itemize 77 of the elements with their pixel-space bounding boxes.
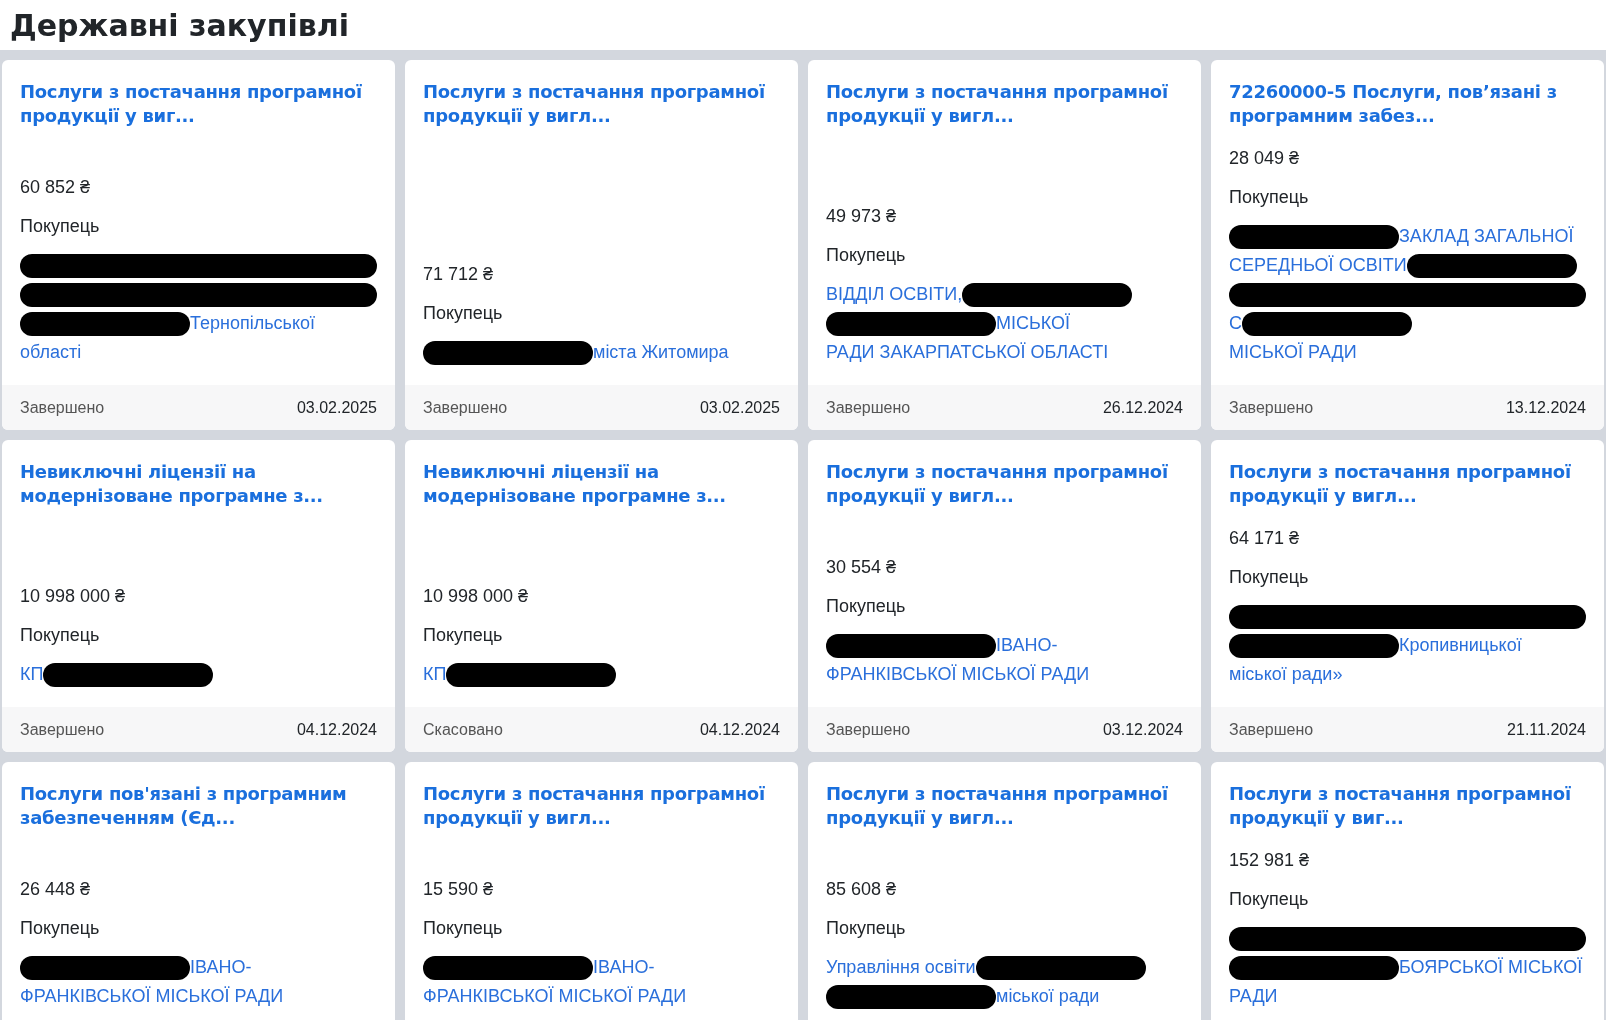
status-text: Завершено [20,720,105,739]
tender-title-link[interactable]: Послуги з постачання програмної продукції у виг... [20,80,377,128]
tender-title-link[interactable]: Послуги з постачання програмної продукції у вигл... [826,460,1183,508]
buyer-name-link[interactable]: ІВАНО- [190,953,252,982]
tender-title-link[interactable]: Послуги пов'язані з програмним забезпеченням (Єд... [20,782,377,830]
tender-title-link[interactable]: Послуги з постачання програмної продукції у виг... [1229,782,1586,830]
buyer-name-link[interactable]: ФРАНКІВСЬКОЇ МІСЬКОЇ РАДИ [20,982,284,1011]
price: 71 712 ₴ [423,263,495,286]
buyer-label: Покупець [20,917,101,940]
status-text: Завершено [1229,398,1314,417]
buyer-name-link[interactable]: області [20,338,82,367]
buyer-name-link[interactable]: РАДИ [1229,982,1278,1011]
price: 15 590 ₴ [423,878,495,901]
buyer-name-link[interactable]: МІСЬКОЇ РАДИ [1229,338,1357,367]
tender-title-link[interactable]: Невиключні ліцензії на модернізоване програмне з... [20,460,377,508]
price: 28 049 ₴ [1229,147,1301,170]
status-text: Завершено [826,398,911,417]
buyer-name-link[interactable]: Кропивницької [1399,631,1522,660]
buyer-name-link[interactable]: ЗАКЛАД ЗАГАЛЬНОЇ [1399,222,1574,251]
buyer-name-link[interactable]: міської ради [996,982,1100,1011]
price: 85 608 ₴ [826,878,898,901]
tender-title-link[interactable]: Послуги з постачання програмної продукції у вигл... [423,782,780,830]
date-text: 04.12.2024 [699,720,780,739]
status-text: Завершено [20,398,105,417]
price: 26 448 ₴ [20,878,92,901]
date-text: 26.12.2024 [1102,398,1183,417]
date-text: 03.02.2025 [296,398,377,417]
buyer-label: Покупець [826,917,907,940]
buyer-name-link[interactable]: СЕРЕДНЬОЇ ОСВІТИ [1229,251,1407,280]
buyer-label: Покупець [1229,566,1310,589]
buyer-label: Покупець [423,917,504,940]
buyer-name-link[interactable]: міської ради» [1229,660,1343,689]
price: 10 998 000 ₴ [423,585,530,608]
status-text: Завершено [826,720,911,739]
buyer-label: Покупець [1229,888,1310,911]
buyer-label: Покупець [20,215,101,238]
date-text: 13.12.2024 [1505,398,1586,417]
buyer-name-link[interactable]: ІВАНО- [593,953,655,982]
page-title: Державні закупівлі [10,7,349,43]
tender-title-link[interactable]: 72260000-5 Послуги, пов’язані з програмним забез... [1229,80,1586,128]
price: 60 852 ₴ [20,176,92,199]
buyer-name-link[interactable]: КП [423,660,447,689]
buyer-name-link[interactable]: міста Житомира [593,338,729,367]
buyer-name-link[interactable]: ФРАНКІВСЬКОЇ МІСЬКОЇ РАДИ [423,982,687,1011]
buyer-name-link[interactable]: Тернопільської [190,309,316,338]
tender-title-link[interactable]: Послуги з постачання програмної продукції у вигл... [826,782,1183,830]
buyer-name-link[interactable]: БОЯРСЬКОЇ МІСЬКОЇ [1399,953,1583,982]
buyer-name-link[interactable]: РАДИ ЗАКАРПАТСЬКОЇ ОБЛАСТІ [826,338,1109,367]
buyer-label: Покупець [826,244,907,267]
buyer-name-link[interactable]: Управління освіти [826,953,976,982]
price: 49 973 ₴ [826,205,898,228]
buyer-name-link[interactable]: ІВАНО- [996,631,1058,660]
buyer-label: Покупець [826,595,907,618]
tender-title-link[interactable]: Послуги з постачання програмної продукції у вигл... [826,80,1183,128]
buyer-label: Покупець [423,302,504,325]
buyer-name-link[interactable]: МІСЬКОЇ [996,309,1071,338]
status-text: Скасовано [423,720,503,739]
tender-title-link[interactable]: Послуги з постачання програмної продукції у вигл... [1229,460,1586,508]
tender-title-link[interactable]: Невиключні ліцензії на модернізоване програмне з... [423,460,780,508]
date-text: 21.11.2024 [1507,720,1586,739]
buyer-label: Покупець [1229,186,1310,209]
price: 64 171 ₴ [1229,527,1301,550]
buyer-name-link[interactable]: ФРАНКІВСЬКОЇ МІСЬКОЇ РАДИ [826,660,1090,689]
buyer-name-link[interactable]: С [1229,309,1242,338]
buyer-label: Покупець [20,624,101,647]
buyer-name-link[interactable]: ВІДДІЛ ОСВІТИ, [826,280,963,309]
date-text: 03.02.2025 [699,398,780,417]
tender-title-link[interactable]: Послуги з постачання програмної продукції у вигл... [423,80,780,128]
status-text: Завершено [423,398,508,417]
price: 152 981 ₴ [1229,849,1311,872]
price: 10 998 000 ₴ [20,585,127,608]
date-text: 04.12.2024 [296,720,377,739]
price: 30 554 ₴ [826,556,898,579]
date-text: 03.12.2024 [1102,720,1183,739]
buyer-name-link[interactable]: КП [20,660,44,689]
buyer-label: Покупець [423,624,504,647]
status-text: Завершено [1229,720,1314,739]
